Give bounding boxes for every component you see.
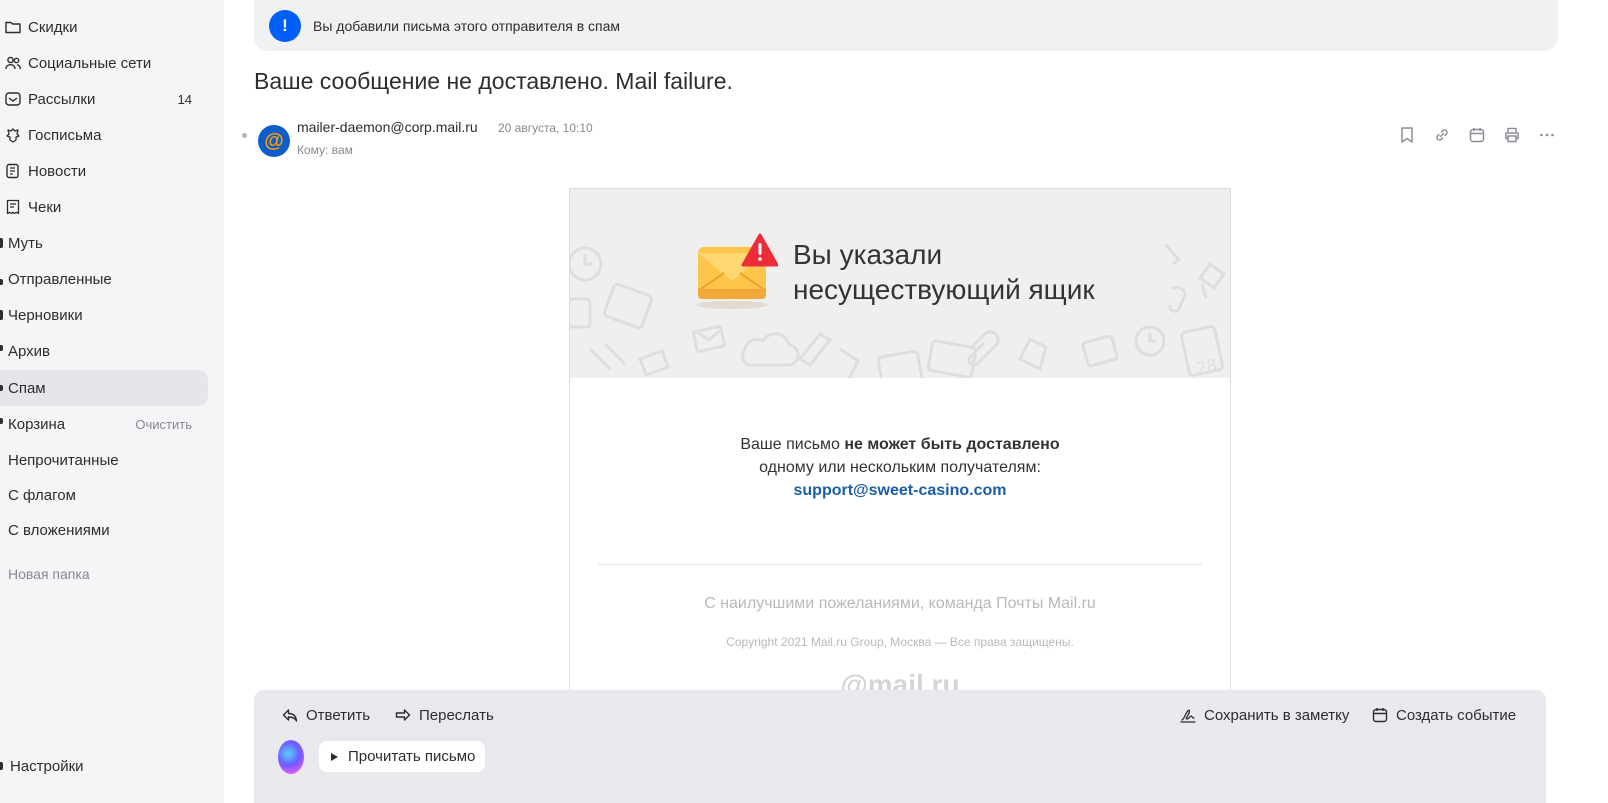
reply-button[interactable]: Ответить xyxy=(280,705,370,725)
notice-text: Вы добавили письма этого отправителя в с… xyxy=(313,17,621,34)
news-icon xyxy=(2,160,24,182)
read-aloud-button[interactable]: Прочитать письмо xyxy=(319,741,486,772)
save-to-note-button[interactable]: Сохранить в заметку xyxy=(1178,705,1349,725)
sidebar-item-mut[interactable]: Муть xyxy=(0,225,208,261)
sidebar-item-label: Рассылки xyxy=(28,90,96,108)
trash-icon xyxy=(0,418,8,430)
newsletter-icon xyxy=(2,88,24,110)
message-date: 20 августа, 10:10 xyxy=(498,121,593,135)
read-aloud-label: Прочитать письмо xyxy=(348,748,476,765)
letter-banner: 28 Вы указали несуществующий ящик xyxy=(570,189,1230,378)
sidebar-item-receipts[interactable]: Чеки xyxy=(0,189,208,225)
reply-label: Ответить xyxy=(306,706,371,724)
settings-button[interactable]: Настройки xyxy=(0,752,84,780)
sidebar-item-newsletters[interactable]: Рассылки 14 xyxy=(0,81,208,117)
sidebar-item-label: Архив xyxy=(8,342,51,360)
draft-icon xyxy=(0,310,8,320)
sidebar-item-label: Новости xyxy=(28,162,87,180)
unread-dot[interactable] xyxy=(242,133,247,138)
sidebar-item-label: Госписьма xyxy=(28,126,102,144)
sidebar-item-archive[interactable]: Архив xyxy=(0,333,208,369)
letter-body: 28 Вы указали несуществующий ящик Ваше п… xyxy=(569,188,1231,691)
sidebar-item-label: Черновики xyxy=(8,306,83,324)
sidebar-item-discounts[interactable]: Скидки xyxy=(0,9,208,45)
signature-icon xyxy=(1178,705,1198,725)
unread-count-badge: 14 xyxy=(177,91,192,107)
sidebar-item-label: Чеки xyxy=(28,198,62,216)
sent-icon xyxy=(0,273,8,285)
sidebar-item-label: Отправленные xyxy=(8,270,112,288)
forward-icon xyxy=(393,705,413,725)
play-icon xyxy=(331,752,338,761)
divider xyxy=(598,564,1202,565)
receipt-icon xyxy=(2,196,24,218)
sidebar-item-label: Спам xyxy=(8,379,46,397)
sidebar-item-spam[interactable]: Спам xyxy=(0,370,208,406)
avatar[interactable]: @ xyxy=(258,125,290,157)
spam-notice: ! Вы добавили письма этого отправителя в… xyxy=(254,0,1558,51)
reply-icon xyxy=(280,705,300,725)
sidebar-item-flagged[interactable]: С флагом xyxy=(0,477,208,513)
delivery-failure-message: Ваше письмо не может быть доставлено одн… xyxy=(570,433,1230,502)
ai-assistant-icon[interactable] xyxy=(278,740,304,774)
folder-icon xyxy=(0,238,8,248)
create-event-label: Создать событие xyxy=(1396,706,1517,724)
calendar-icon xyxy=(1370,705,1390,725)
gov-emblem-icon xyxy=(2,124,24,146)
sidebar-item-label: С флагом xyxy=(8,486,76,504)
new-folder-button[interactable]: Новая папка xyxy=(8,566,90,582)
svg-text:28: 28 xyxy=(1195,355,1219,378)
exclamation-icon: ! xyxy=(269,9,301,42)
calendar-icon[interactable] xyxy=(1467,125,1487,145)
message-action-bar: Ответить Переслать Сохранить в заметку С… xyxy=(254,690,1546,803)
link-icon[interactable] xyxy=(1432,125,1452,145)
letter-banner-title: Вы указали несуществующий ящик xyxy=(793,239,1095,305)
copyright-text: Copyright 2021 Mail.ru Group, Москва — В… xyxy=(726,635,1074,649)
save-to-note-label: Сохранить в заметку xyxy=(1204,706,1350,724)
sidebar-item-attachments[interactable]: С вложениями xyxy=(0,512,208,548)
sidebar-item-news[interactable]: Новости xyxy=(0,153,208,189)
sidebar-item-label: Социальные сети xyxy=(28,54,152,72)
sidebar-item-label: С вложениями xyxy=(8,521,110,539)
archive-icon xyxy=(0,345,8,357)
sidebar-item-gov[interactable]: Госписьма xyxy=(0,117,208,153)
sidebar-item-label: Непрочитанные xyxy=(8,451,119,469)
settings-label: Настройки xyxy=(10,757,84,775)
more-icon[interactable] xyxy=(1537,125,1557,145)
sidebar-item-drafts[interactable]: Черновики xyxy=(0,297,208,333)
sidebar-item-label: Скидки xyxy=(28,18,78,36)
forward-label: Переслать xyxy=(419,706,494,724)
sidebar-item-label: Корзина xyxy=(8,415,66,433)
empty-trash-button[interactable]: Очистить xyxy=(135,417,192,432)
print-icon[interactable] xyxy=(1502,125,1522,145)
forward-button[interactable]: Переслать xyxy=(393,705,494,725)
mailru-logo: @mail.ru xyxy=(840,669,960,691)
recipient-line[interactable]: Кому: вам xyxy=(297,143,353,157)
people-icon xyxy=(2,52,24,74)
bookmark-icon[interactable] xyxy=(1397,125,1417,145)
sidebar: Скидки Социальные сети Рассылки 14 Госпи… xyxy=(0,0,224,803)
failed-recipient-link[interactable]: support@sweet-casino.com xyxy=(570,479,1230,502)
sidebar-item-unread[interactable]: Непрочитанные xyxy=(0,442,208,478)
sidebar-item-sent[interactable]: Отправленные xyxy=(0,261,208,297)
warning-envelope-icon xyxy=(696,233,778,309)
sidebar-item-social[interactable]: Социальные сети xyxy=(0,45,208,81)
spam-icon xyxy=(0,385,8,391)
sidebar-item-trash[interactable]: Корзина Очистить xyxy=(0,406,208,442)
regards-text: С наилучшими пожеланиями, команда Почты … xyxy=(704,595,1096,612)
gear-icon xyxy=(0,762,10,770)
sidebar-item-label: Муть xyxy=(8,234,43,252)
sender-address[interactable]: mailer-daemon@corp.mail.ru xyxy=(297,119,478,135)
message-subject: Ваше сообщение не доставлено. Mail failu… xyxy=(254,68,733,94)
create-event-button[interactable]: Создать событие xyxy=(1370,705,1516,725)
folder-icon xyxy=(2,16,24,38)
